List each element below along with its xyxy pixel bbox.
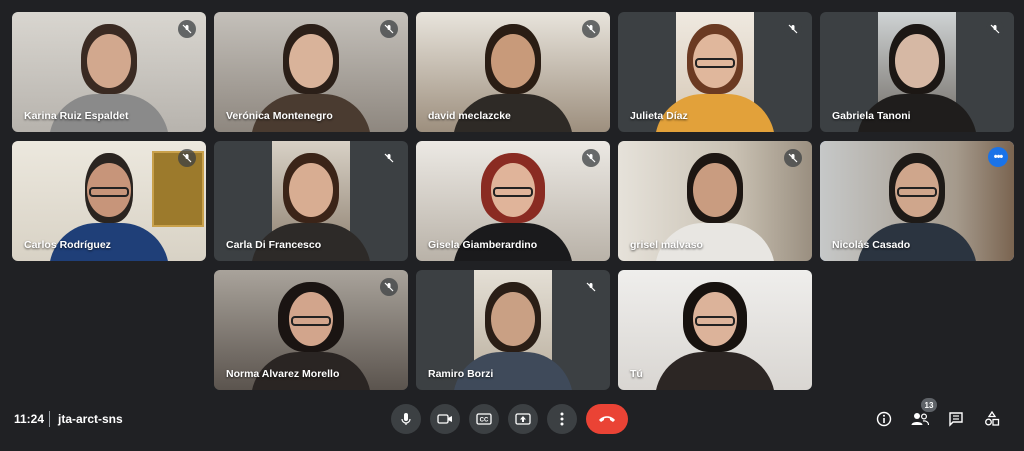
present-button[interactable] [508, 404, 538, 434]
participant-tile[interactable]: Gisela Giamberardino [416, 141, 610, 261]
captions-button[interactable]: CC [469, 404, 499, 434]
participant-tile[interactable]: Verónica Montenegro [214, 12, 408, 132]
microphone-button[interactable] [391, 404, 421, 434]
participant-tile[interactable]: Carlos Rodríguez [12, 141, 206, 261]
svg-text:CC: CC [480, 418, 489, 424]
captions-icon: CC [476, 413, 492, 425]
participant-tile[interactable]: Julieta Díaz [618, 12, 812, 132]
mic-off-icon [178, 149, 196, 167]
mic-off-icon [178, 20, 196, 38]
chat-icon [949, 412, 963, 427]
mic-off-icon [582, 20, 600, 38]
mic-off-icon [380, 20, 398, 38]
participant-tile[interactable]: Gabriela Tanoni [820, 12, 1014, 132]
participant-name: david meclazcke [428, 110, 511, 122]
mic-off-icon [380, 278, 398, 296]
participant-name: Gisela Giamberardino [428, 239, 538, 251]
participant-name: Carla Di Francesco [226, 239, 322, 251]
participant-name: Julieta Díaz [630, 110, 688, 122]
end-call-button[interactable] [586, 404, 628, 434]
more-options-icon[interactable]: ••• [988, 147, 1008, 167]
people-icon [911, 413, 929, 426]
more-options-button[interactable] [547, 404, 577, 434]
mic-off-icon [784, 20, 802, 38]
more-options-icon [560, 412, 564, 426]
meeting-code: jta-arct-sns [58, 412, 123, 426]
people-count-badge: 13 [921, 398, 937, 412]
mic-off-icon [582, 149, 600, 167]
participant-name: Gabriela Tanoni [832, 110, 911, 122]
mic-off-icon [784, 149, 802, 167]
participant-tile-active[interactable]: ••• Nicolás Casado [820, 141, 1014, 261]
mic-off-icon [582, 278, 600, 296]
participant-tile-self[interactable]: Tú [618, 270, 812, 390]
participant-tile[interactable]: grisel malvaso [618, 141, 812, 261]
present-icon [515, 413, 531, 425]
meeting-details-button[interactable] [873, 408, 895, 430]
divider [49, 411, 50, 427]
camera-button[interactable] [430, 404, 460, 434]
participant-name: Carlos Rodríguez [24, 239, 111, 251]
participant-name: Nicolás Casado [832, 239, 911, 251]
activities-icon [985, 411, 1000, 426]
mic-off-icon [380, 149, 398, 167]
end-call-icon [599, 416, 615, 422]
participant-tile[interactable]: Norma Alvarez Morello [214, 270, 408, 390]
activities-button[interactable] [981, 408, 1003, 430]
participant-tile[interactable]: Carla Di Francesco [214, 141, 408, 261]
video-feed [618, 270, 812, 390]
participant-video [618, 270, 812, 390]
info-icon [876, 411, 892, 427]
participant-tile[interactable]: Ramiro Borzi [416, 270, 610, 390]
participant-tile[interactable]: david meclazcke [416, 12, 610, 132]
participant-name: Ramiro Borzi [428, 368, 494, 380]
camera-icon [437, 414, 452, 424]
participant-name: Verónica Montenegro [226, 110, 333, 122]
participant-name: Norma Alvarez Morello [226, 368, 340, 380]
participant-name: grisel malvaso [630, 239, 703, 251]
microphone-icon [401, 413, 411, 425]
participant-name: Tú [630, 368, 643, 380]
participant-tile[interactable]: Karina Ruiz Espaldet [12, 12, 206, 132]
chat-button[interactable] [945, 408, 967, 430]
meeting-time: 11:24 [14, 412, 45, 426]
participant-name: Karina Ruiz Espaldet [24, 110, 129, 122]
mic-off-icon [986, 20, 1004, 38]
